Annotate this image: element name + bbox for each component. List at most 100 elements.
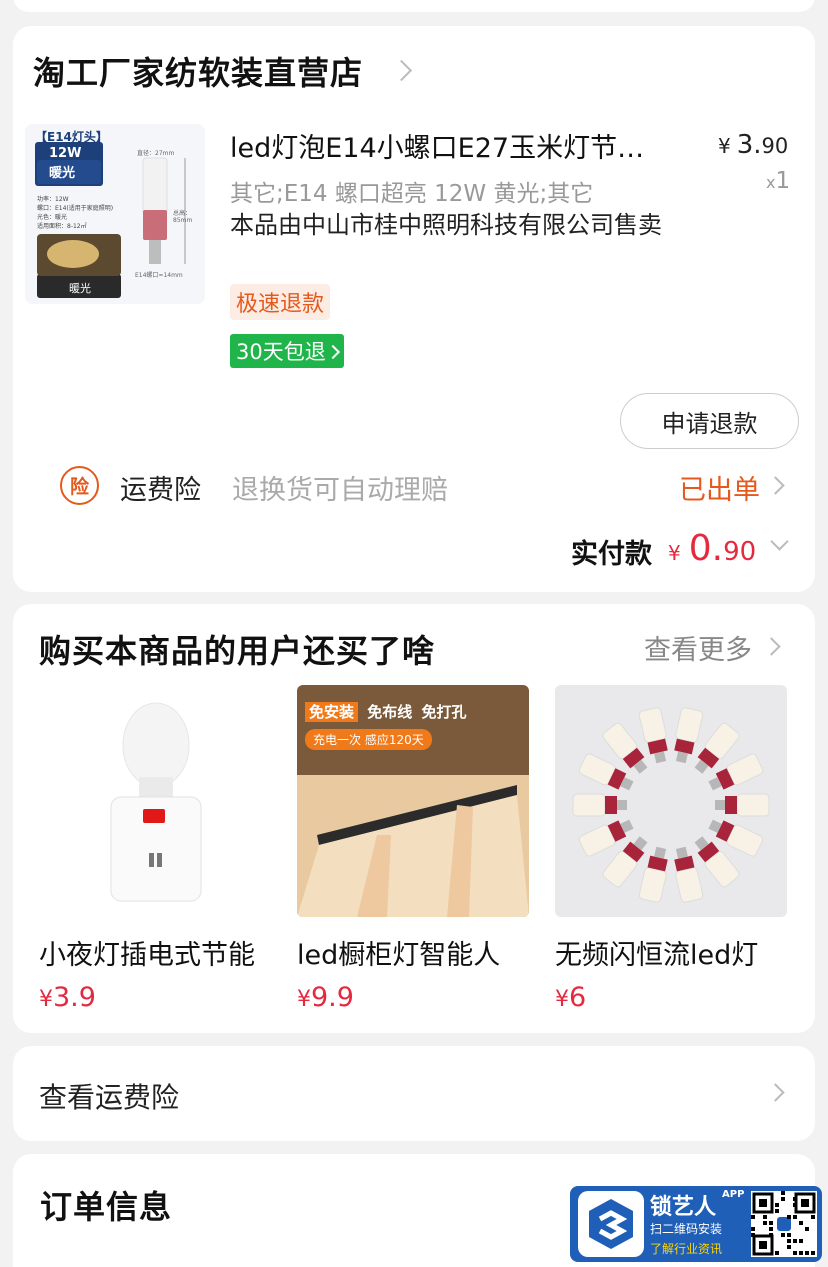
app-logo-icon [578,1191,644,1257]
recommend-item-currency: ¥ [555,987,569,1012]
qr-module [805,1251,809,1255]
qr-module [793,1203,797,1207]
quantity: x1 [766,168,790,194]
insurance-status[interactable]: 已出单 [679,468,760,507]
recommend-item-name: 小夜灯插电式节能 [39,940,255,971]
qr-module [793,1215,797,1219]
qr-module [769,1221,773,1225]
thumb-screw: E14螺口≈14mm [135,272,183,279]
unit-price: ¥3.90 [718,130,788,160]
recommend-item[interactable]: 小夜灯插电式节能 ¥3.9 [39,685,271,1013]
insurance-chevron-icon[interactable] [766,476,785,495]
qr-module [793,1251,797,1255]
thumb-tone: 暖光 [49,166,76,181]
recommend-item[interactable]: 无频闪恒流led灯 ¥6 [555,685,787,1013]
qr-module [751,1227,755,1231]
thumb-spec1: 功率：12W [37,196,69,203]
chevron-right-icon [766,1083,785,1102]
recommend-item-price: ¥6 [555,982,787,1013]
paid-int: 0. [688,528,724,569]
qr-module [787,1245,791,1249]
view-more-link[interactable]: 查看更多 [644,628,752,667]
qr-module [781,1197,785,1201]
badge-app: APP [722,1189,745,1200]
recommendations-card: 购买本商品的用户还买了啥 查看更多 小夜灯插电式节能 ¥3.9 免安装 免布线 … [13,604,815,1033]
product-title[interactable]: led灯泡E14小螺口E27玉米灯节能灯泡 [230,126,670,165]
recommend-item-currency: ¥ [39,987,53,1012]
order-info-title: 订单信息 [40,1188,173,1226]
qr-module [805,1227,809,1231]
product-sku: 其它;E14 螺口超亮 12W 黄光;其它 [230,181,594,207]
recommend-item-name: led橱柜灯智能人 [297,940,501,971]
recommend-item-name: 无频闪恒流led灯 [555,940,759,971]
unit-price-cents: 90 [761,134,789,158]
chevron-down-icon[interactable] [770,532,789,551]
thumb-dim1: 直径：27mm [137,150,175,157]
qr-module [811,1251,815,1255]
banner-tag3: 免打孔 [421,703,467,721]
paid-amount-label: 实付款 [571,539,652,570]
view-more-chevron-icon[interactable] [762,637,781,656]
qr-module [799,1251,803,1255]
quantity-value: 1 [775,168,791,194]
badge-line3: 了解行业资讯 [650,1242,723,1256]
view-shipping-insurance-row[interactable]: 查看运费险 [13,1046,815,1141]
thumb-spec4: 适用面积：8-12㎡ [37,223,87,230]
30-day-return-tag[interactable]: 30天包退 [230,334,344,368]
thumb-spec2: 螺口：E14(适用于家庭照明) [37,205,114,212]
qr-module [775,1203,779,1207]
insurance-icon: 险 [60,466,99,505]
thumb-caption: 暖光 [69,282,91,295]
product-seller: 本品由中山市桂中照明科技有限公司售卖 [230,211,662,239]
qr-module [793,1197,797,1201]
qr-module [751,1215,755,1219]
qr-module [781,1233,785,1237]
recommend-item-price: ¥9.9 [297,982,529,1013]
thumb-dim2: 总高：85mm [173,210,193,224]
badge-line2: 扫二维码安装 [650,1222,723,1236]
recommend-item-price: ¥3.9 [39,982,271,1013]
thumb-head: 【E14灯头】 [35,130,108,144]
qr-module [793,1239,797,1243]
store-chevron-icon[interactable] [390,59,413,82]
app-promo-badge[interactable]: 锁艺人 APP 扫二维码安装 了解行业资讯 [570,1186,822,1262]
fast-refund-tag: 极速退款 [230,284,331,320]
banner-tag2: 免布线 [367,703,413,721]
qr-module [811,1215,815,1219]
cabinet-light-image: 免安装 免布线 免打孔 充电一次 感应120天 [297,685,529,917]
recommend-item-currency: ¥ [297,987,311,1012]
qr-module [775,1251,779,1255]
qr-module [787,1239,791,1243]
apply-refund-button[interactable]: 申请退款 [620,393,799,449]
insurance-label: 运费险 [120,475,201,506]
recommend-item[interactable]: 免安装 免布线 免打孔 充电一次 感应120天 led橱柜灯智能人 ¥9.9 [297,685,529,1013]
qr-module [781,1191,785,1195]
paid-currency: ¥ [668,541,681,565]
order-item-card: 淘工厂家纺软装直营店 【E14灯头】 12W 暖光 功率：12W 螺口：E14(… [13,26,815,592]
chevron-right-icon [325,344,340,360]
store-name[interactable]: 淘工厂家纺软装直营店 [33,48,363,94]
qr-module [763,1221,767,1225]
qr-module [763,1215,767,1219]
banner-line2: 充电一次 感应120天 [305,729,432,750]
recommend-item-price-value: 9.9 [311,982,354,1013]
qr-module [751,1233,755,1237]
badge-title: 锁艺人 [650,1195,717,1220]
insurance-description: 退换货可自动理赔 [232,475,448,506]
paid-amount: ¥0.90 [668,528,756,569]
qr-module [799,1221,803,1225]
recommendations-title: 购买本商品的用户还买了啥 [39,632,436,670]
shipping-insurance-label: 查看运费险 [39,1081,180,1114]
qr-module [799,1239,803,1243]
qr-module [775,1209,779,1213]
product-thumbnail[interactable]: 【E14灯头】 12W 暖光 功率：12W 螺口：E14(适用于家庭照明) 光色… [25,124,205,304]
corn-bulb-ring-image [555,685,787,917]
qr-module [769,1233,773,1237]
30-day-return-label: 30天包退 [236,340,326,364]
qr-module [769,1227,773,1231]
banner-tag1: 免安装 [305,702,359,722]
thumb-watt: 12W [49,146,82,161]
recommend-item-price-value: 3.9 [53,982,96,1013]
paid-cents: 90 [723,537,757,567]
recommend-item-price-value: 6 [569,982,587,1013]
